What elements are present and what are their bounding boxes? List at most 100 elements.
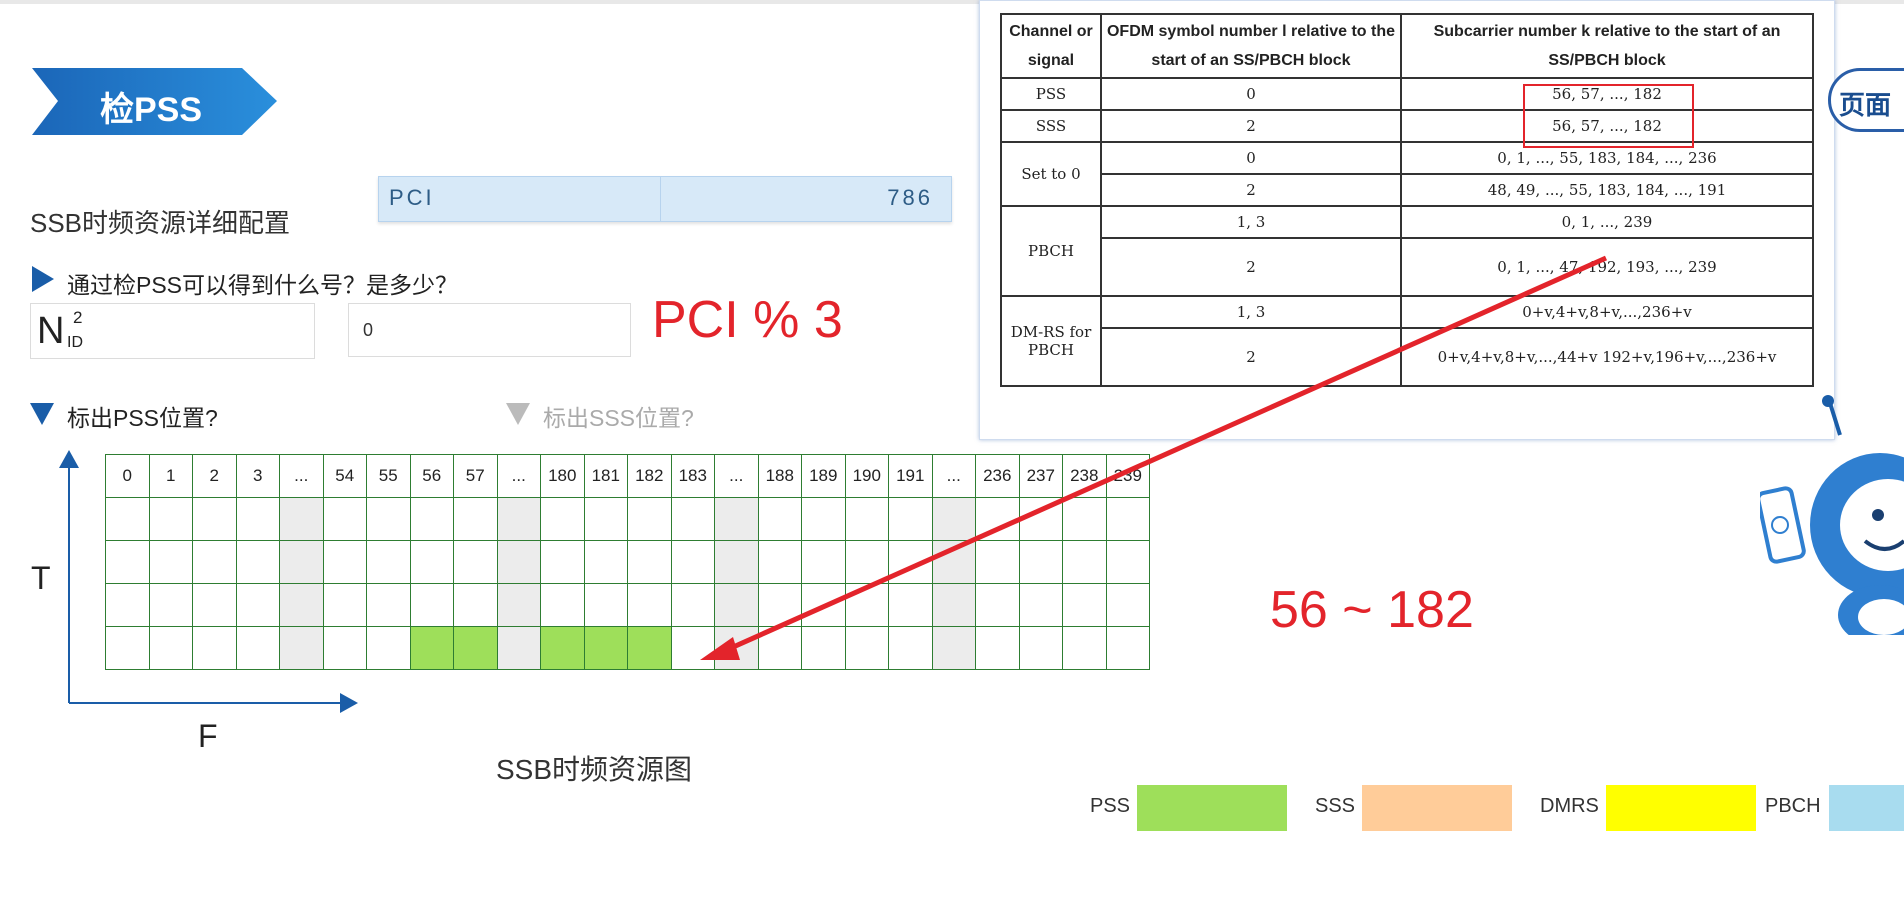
grid-cell[interactable] <box>931 497 976 541</box>
grid-cell[interactable] <box>714 583 759 627</box>
grid-cell[interactable] <box>1062 583 1107 627</box>
grid-cell[interactable] <box>1105 540 1150 584</box>
grid-cell[interactable] <box>148 497 193 541</box>
grid-cell[interactable] <box>148 583 193 627</box>
grid-cell[interactable] <box>670 540 715 584</box>
grid-cell[interactable] <box>844 583 889 627</box>
grid-cell[interactable] <box>1018 497 1063 541</box>
grid-cell[interactable] <box>322 626 367 670</box>
grid-cell[interactable] <box>931 583 976 627</box>
grid-cell[interactable] <box>1105 497 1150 541</box>
grid-cell[interactable] <box>453 626 498 670</box>
grid-cell[interactable] <box>670 497 715 541</box>
grid-cell[interactable] <box>844 497 889 541</box>
grid-cell[interactable] <box>583 583 628 627</box>
grid-cell[interactable] <box>540 540 585 584</box>
grid-cell[interactable] <box>583 497 628 541</box>
grid-cell[interactable] <box>453 540 498 584</box>
grid-cell[interactable] <box>496 583 541 627</box>
expand-triangle-icon[interactable] <box>32 266 54 292</box>
grid-cell[interactable] <box>279 626 324 670</box>
grid-cell[interactable] <box>322 540 367 584</box>
grid-cell[interactable] <box>105 583 150 627</box>
grid-cell[interactable] <box>322 497 367 541</box>
grid-cell[interactable] <box>583 626 628 670</box>
grid-cell[interactable] <box>975 583 1020 627</box>
grid-cell[interactable] <box>192 583 237 627</box>
grid-cell[interactable] <box>192 540 237 584</box>
grid-cell[interactable] <box>192 626 237 670</box>
grid-cell[interactable] <box>279 540 324 584</box>
grid-cell[interactable] <box>366 626 411 670</box>
grid-cell[interactable] <box>540 626 585 670</box>
grid-cell[interactable] <box>496 497 541 541</box>
grid-cell[interactable] <box>757 497 802 541</box>
grid-cell[interactable] <box>496 540 541 584</box>
grid-cell[interactable] <box>279 583 324 627</box>
question-sss-position[interactable]: 标出SSS位置? <box>543 399 694 433</box>
grid-cell[interactable] <box>931 626 976 670</box>
grid-cell[interactable] <box>1062 626 1107 670</box>
grid-cell[interactable] <box>235 540 280 584</box>
grid-cell[interactable] <box>148 540 193 584</box>
grid-cell[interactable] <box>888 626 933 670</box>
grid-cell[interactable] <box>801 583 846 627</box>
grid-cell[interactable] <box>801 626 846 670</box>
grid-cell[interactable] <box>366 540 411 584</box>
grid-cell[interactable] <box>888 540 933 584</box>
grid-cell[interactable] <box>931 540 976 584</box>
collapse-triangle-icon[interactable] <box>506 403 530 425</box>
grid-cell[interactable] <box>496 626 541 670</box>
grid-cell[interactable] <box>1062 540 1107 584</box>
grid-cell[interactable] <box>366 497 411 541</box>
grid-cell[interactable] <box>714 540 759 584</box>
grid-cell[interactable] <box>409 583 454 627</box>
grid-cell[interactable] <box>844 626 889 670</box>
grid-cell[interactable] <box>757 540 802 584</box>
grid-cell[interactable] <box>670 626 715 670</box>
grid-cell[interactable] <box>453 583 498 627</box>
grid-cell[interactable] <box>627 583 672 627</box>
grid-cell[interactable] <box>148 626 193 670</box>
grid-cell[interactable] <box>714 626 759 670</box>
grid-cell[interactable] <box>1018 626 1063 670</box>
grid-cell[interactable] <box>975 540 1020 584</box>
grid-cell[interactable] <box>627 626 672 670</box>
grid-cell[interactable] <box>627 540 672 584</box>
grid-cell[interactable] <box>801 540 846 584</box>
grid-cell[interactable] <box>409 626 454 670</box>
grid-cell[interactable] <box>1062 497 1107 541</box>
grid-cell[interactable] <box>540 497 585 541</box>
grid-cell[interactable] <box>105 540 150 584</box>
grid-cell[interactable] <box>844 540 889 584</box>
grid-cell[interactable] <box>279 497 324 541</box>
grid-cell[interactable] <box>540 583 585 627</box>
pci-field[interactable]: PCI 786 <box>378 176 952 222</box>
grid-cell[interactable] <box>801 497 846 541</box>
grid-cell[interactable] <box>1105 583 1150 627</box>
grid-cell[interactable] <box>888 583 933 627</box>
grid-cell[interactable] <box>409 540 454 584</box>
grid-cell[interactable] <box>888 497 933 541</box>
grid-cell[interactable] <box>757 583 802 627</box>
grid-cell[interactable] <box>757 626 802 670</box>
page-button[interactable]: 页面 <box>1828 68 1904 132</box>
grid-cell[interactable] <box>1018 540 1063 584</box>
grid-cell[interactable] <box>235 497 280 541</box>
grid-cell[interactable] <box>975 497 1020 541</box>
grid-cell[interactable] <box>409 497 454 541</box>
grid-cell[interactable] <box>235 626 280 670</box>
grid-cell[interactable] <box>1018 583 1063 627</box>
grid-cell[interactable] <box>1105 626 1150 670</box>
grid-cell[interactable] <box>453 497 498 541</box>
grid-cell[interactable] <box>975 626 1020 670</box>
grid-cell[interactable] <box>627 497 672 541</box>
collapse-triangle-icon[interactable] <box>30 403 54 425</box>
grid-cell[interactable] <box>105 626 150 670</box>
grid-cell[interactable] <box>192 497 237 541</box>
grid-cell[interactable] <box>583 540 628 584</box>
grid-cell[interactable] <box>322 583 367 627</box>
grid-cell[interactable] <box>714 497 759 541</box>
grid-cell[interactable] <box>235 583 280 627</box>
answer-input[interactable] <box>348 303 631 357</box>
